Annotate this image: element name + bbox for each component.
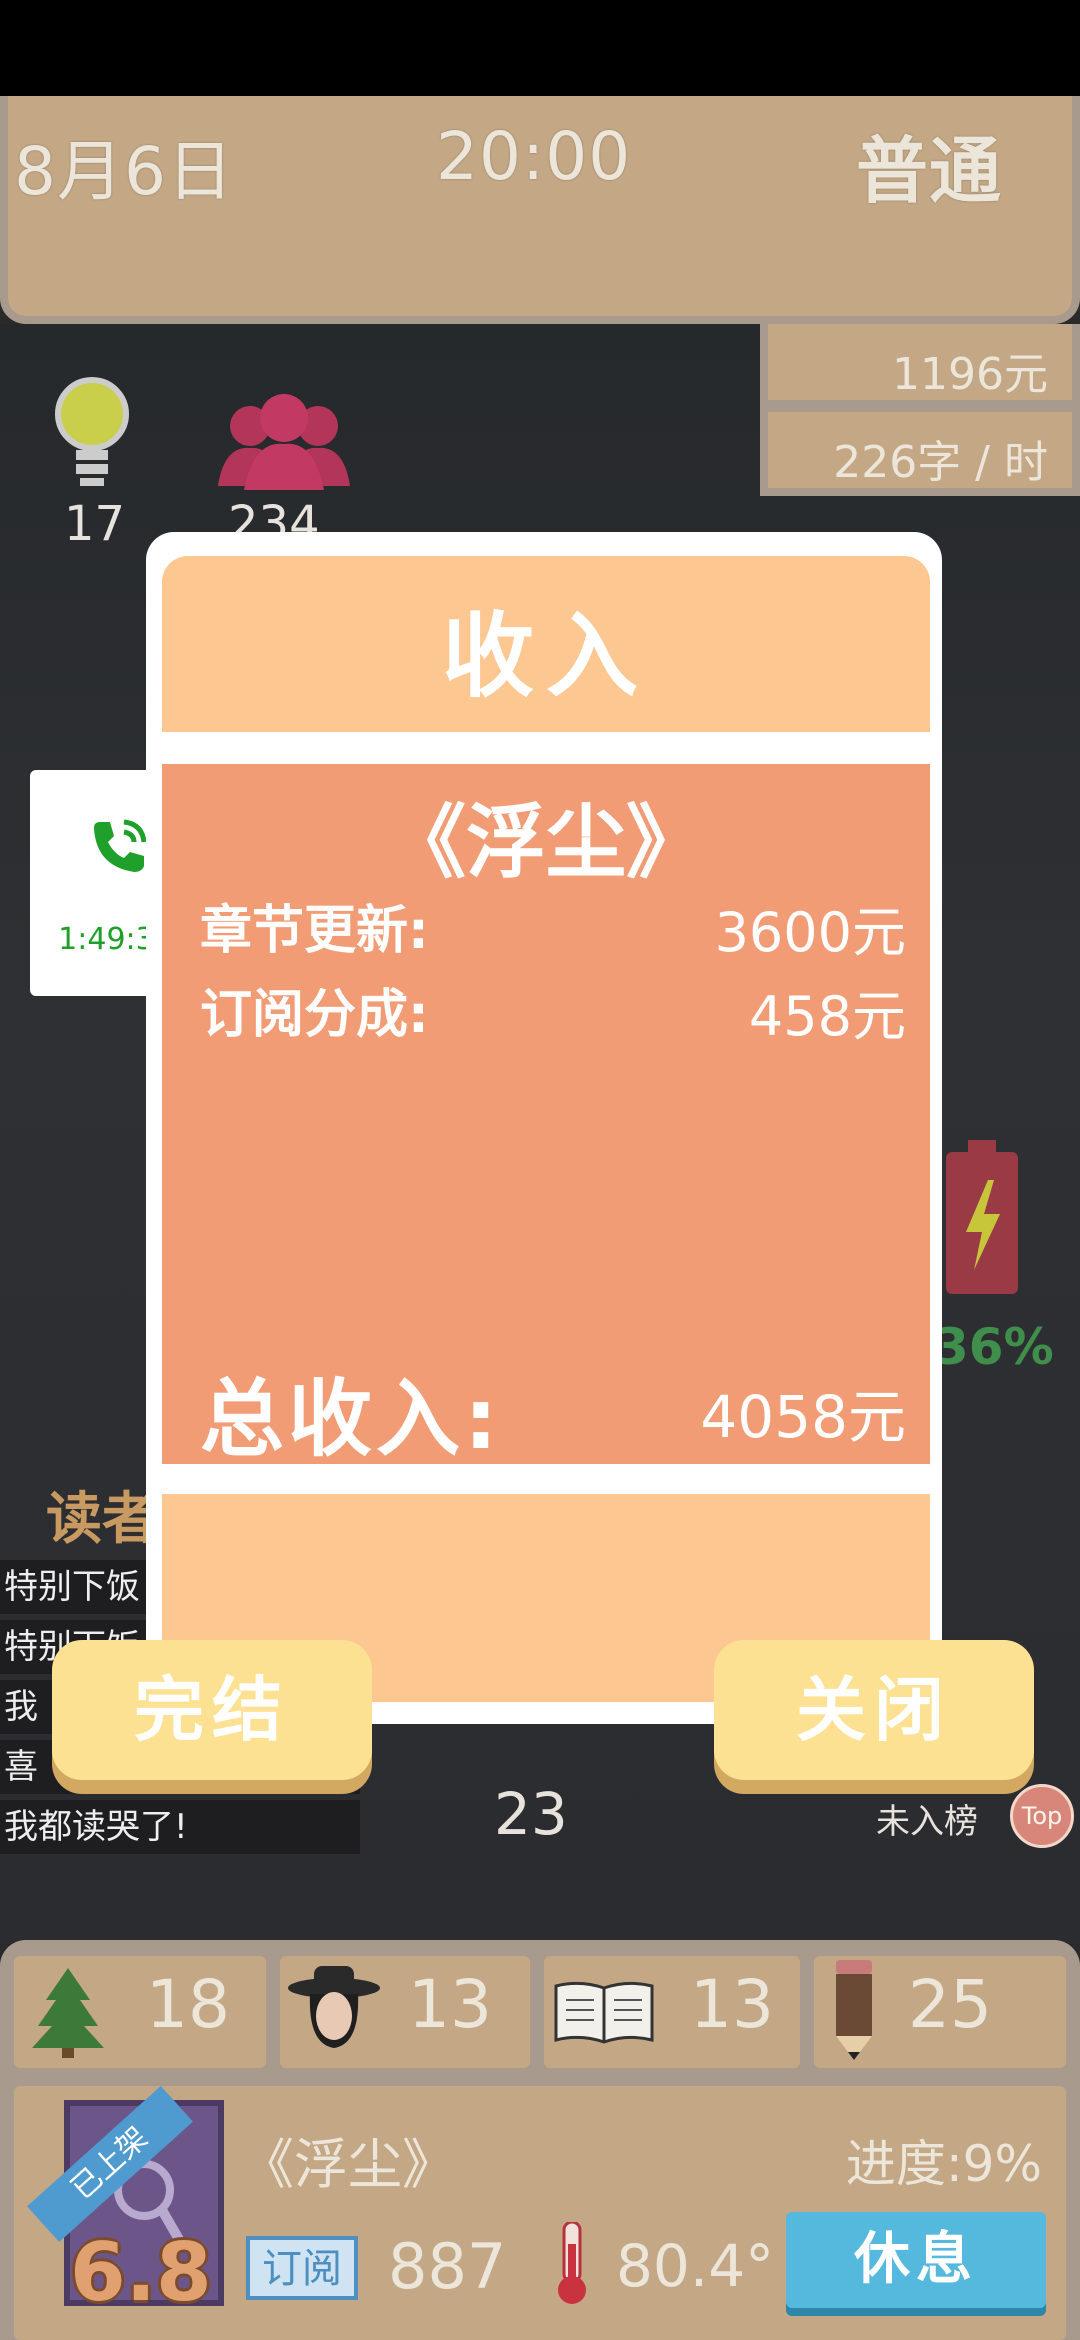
top-badge[interactable]: Top — [1010, 1784, 1074, 1848]
money-label: 1196元 — [892, 349, 1048, 400]
total-income-value: 4058元 — [700, 1383, 906, 1451]
character-value: 13 — [408, 1966, 492, 2043]
book-title: 《浮尘》 — [240, 2133, 456, 2196]
total-income-label: 总收入: — [200, 1370, 502, 1468]
rank-label: 未入榜 — [876, 1802, 978, 1842]
speed-label: 226字 / 时 — [833, 437, 1048, 488]
speed-box: 226字 / 时 — [760, 404, 1080, 496]
phone-icon — [94, 819, 147, 872]
status-bar — [0, 0, 1080, 96]
subscribe-tag: 订阅 — [246, 2236, 358, 2300]
chapter-update-label: 章节更新: — [200, 901, 429, 961]
modal-title: 收入 — [441, 603, 650, 710]
tree-icon — [32, 1968, 104, 2058]
pen-count: 23 — [494, 1780, 568, 1848]
chapter-update-value: 3600元 — [714, 901, 906, 964]
tree-value: 18 — [146, 1966, 230, 2043]
subscription-share-value: 458元 — [748, 985, 906, 1048]
comment-item: 我都读哭了! — [0, 1800, 360, 1854]
thermometer-icon — [558, 2222, 586, 2304]
character-icon — [288, 1966, 380, 2048]
pencil-icon — [836, 1960, 872, 2060]
finish-button[interactable]: 完结 — [52, 1640, 372, 1780]
readers-title: 读者 — [46, 1487, 158, 1552]
fans-icon[interactable] — [214, 390, 354, 500]
pencil-value: 25 — [908, 1966, 992, 2043]
open-book-icon — [554, 1981, 654, 2044]
subscription-share-label: 订阅分成: — [200, 985, 429, 1045]
battery-icon — [946, 1140, 1018, 1294]
battery-percent: 36% — [934, 1318, 1054, 1376]
book-progress: 进度:9% — [845, 2135, 1042, 2193]
rest-button[interactable]: 休息 — [786, 2212, 1046, 2308]
lightbulb-icon[interactable] — [52, 376, 132, 496]
date-label: 8月6日 — [14, 133, 234, 210]
money-box: 1196元 — [760, 324, 1080, 408]
book-value: 13 — [690, 1966, 774, 2043]
difficulty-label: 普通 — [856, 129, 1003, 213]
ideas-count: 17 — [64, 496, 126, 552]
time-label: 20:00 — [436, 118, 632, 195]
modal-book-name: 《浮尘》 — [386, 796, 706, 889]
subscriber-count: 887 — [388, 2230, 507, 2303]
heat-value: 80.4° — [616, 2232, 775, 2300]
close-button[interactable]: 关闭 — [714, 1640, 1034, 1780]
book-score: 6.8 — [70, 2226, 212, 2319]
